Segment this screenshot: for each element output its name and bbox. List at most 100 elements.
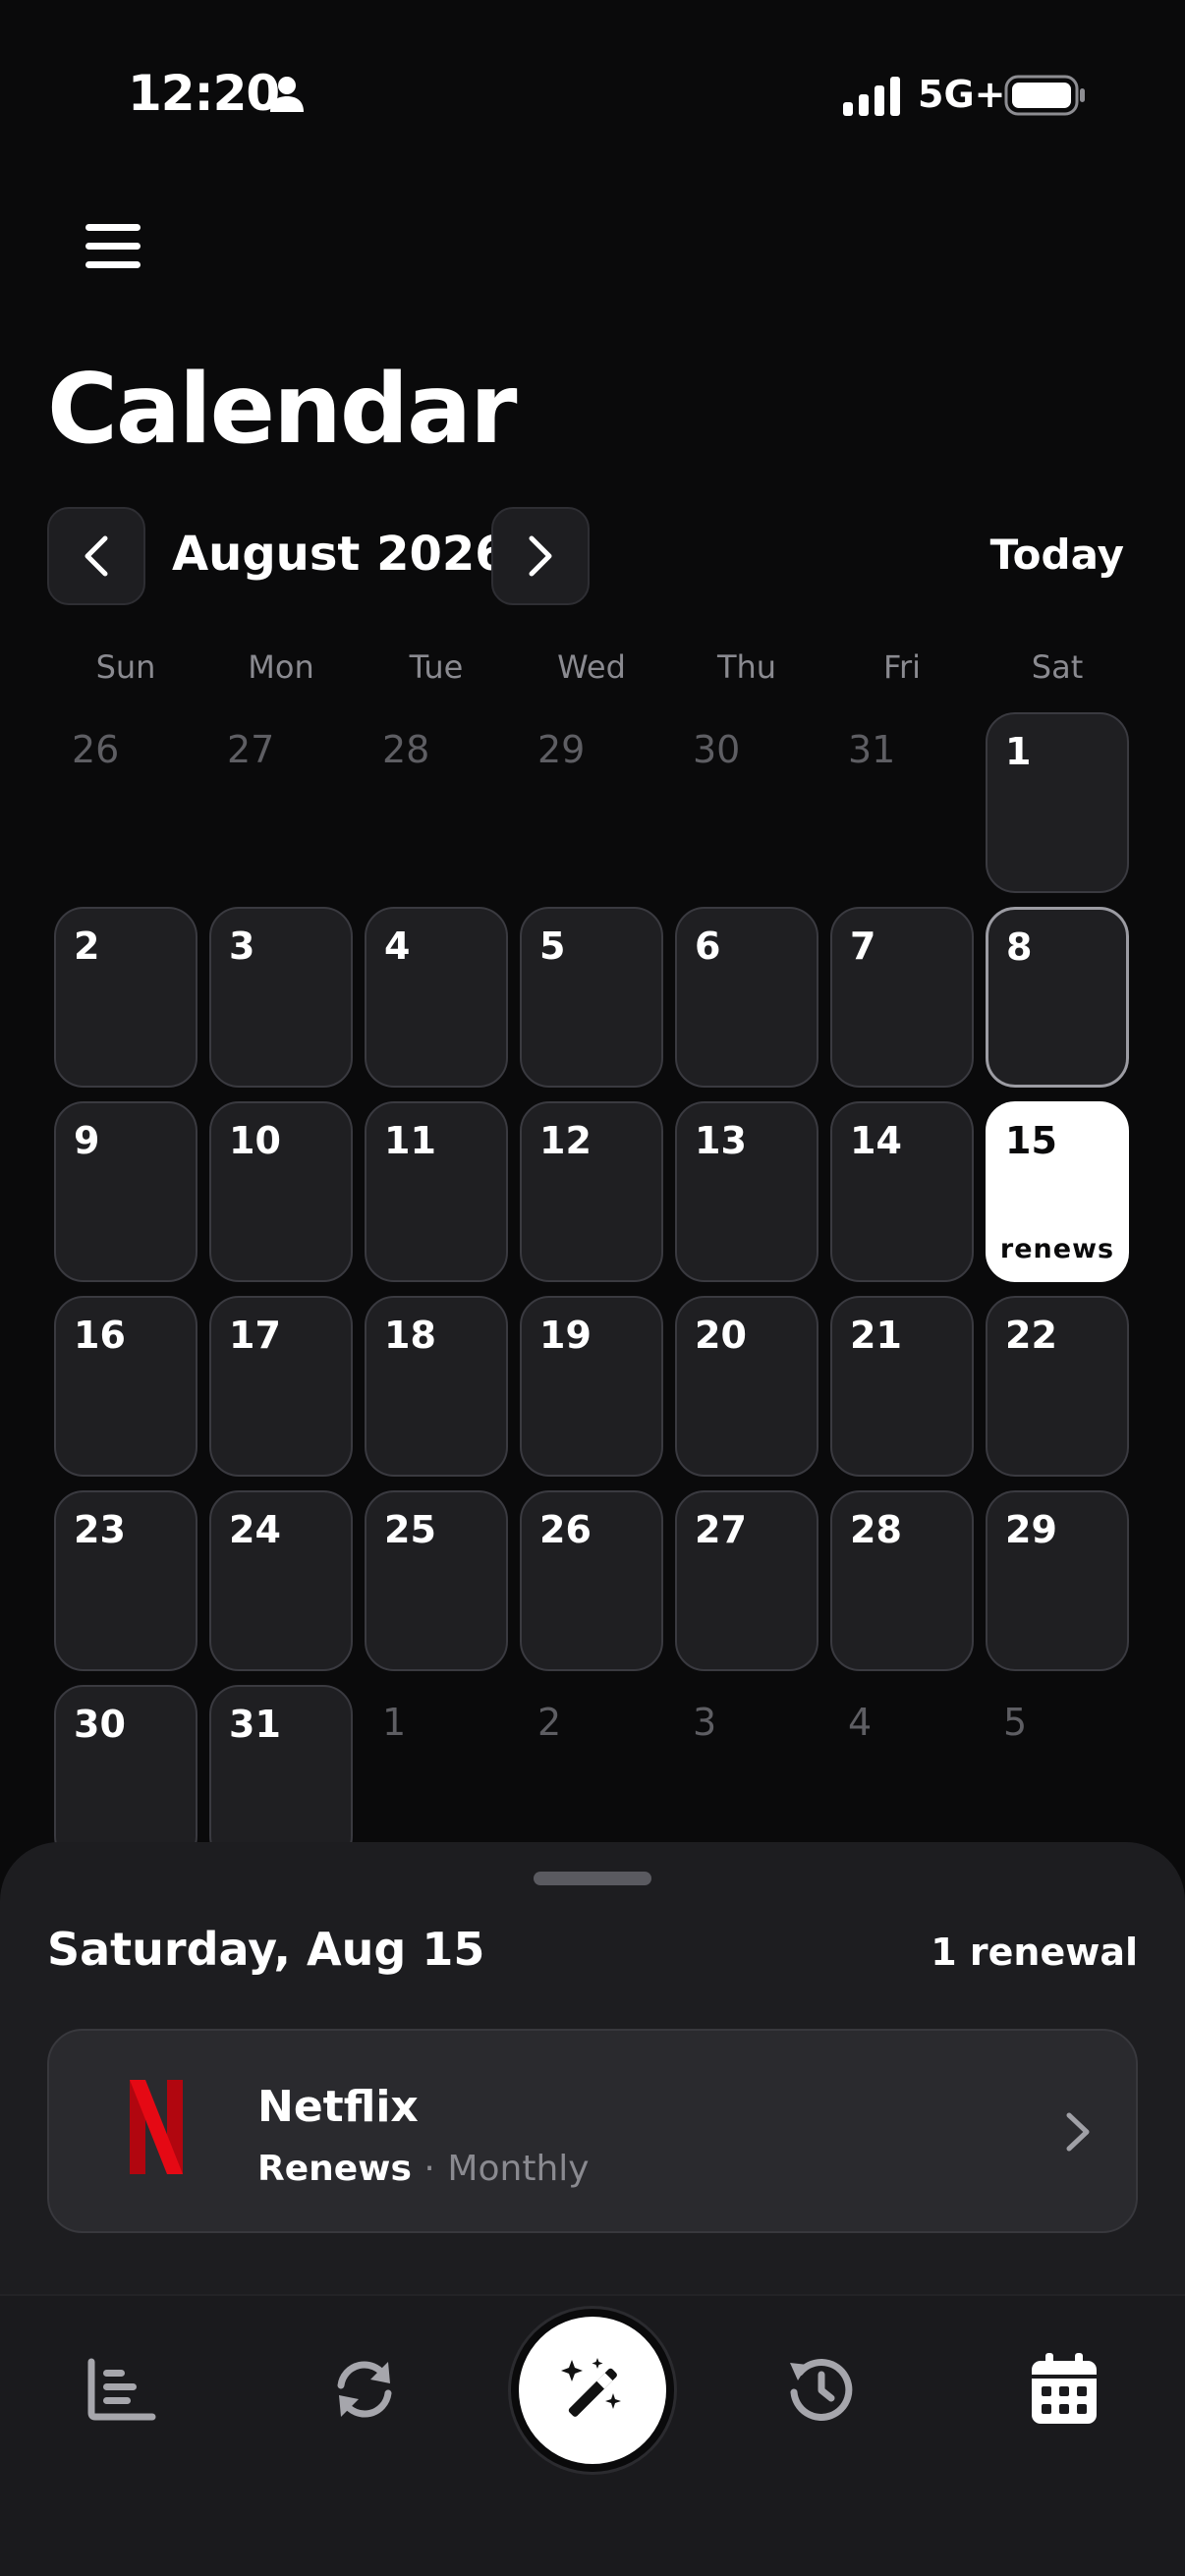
app-root: 12:20 5G+ Calendar August 2026 Today Sun… xyxy=(0,0,1185,2576)
calendar-outside-day: 29 xyxy=(520,712,663,893)
calendar-day-cell[interactable]: 29 xyxy=(986,1490,1129,1671)
calendar-day-cell[interactable]: 7 xyxy=(830,907,974,1088)
day-number: 31 xyxy=(229,1703,281,1746)
day-number: 8 xyxy=(1006,925,1033,969)
day-number: 1 xyxy=(1005,730,1032,773)
person-icon xyxy=(270,77,304,112)
calendar-outside-day: 31 xyxy=(830,712,974,893)
day-number: 10 xyxy=(229,1119,281,1162)
day-number: 17 xyxy=(229,1314,281,1357)
calendar-day-cell[interactable]: 14 xyxy=(830,1101,974,1282)
calendar-day-cell[interactable]: 9 xyxy=(54,1101,198,1282)
day-number: 29 xyxy=(537,728,586,771)
day-detail-sheet: Saturday, Aug 15 1 renewal Netflix Renew… xyxy=(0,1842,1185,2294)
chevron-left-icon xyxy=(85,535,108,577)
calendar-day-cell[interactable]: 1 xyxy=(986,712,1129,893)
day-number: 20 xyxy=(695,1314,747,1357)
weekday-label: Mon xyxy=(248,648,314,686)
tab-renewals[interactable] xyxy=(320,2345,409,2434)
calendar-day-cell[interactable]: 22 xyxy=(986,1296,1129,1477)
meta-separator: · xyxy=(423,2149,435,2189)
network-label: 5G+ xyxy=(918,73,1006,116)
day-number: 14 xyxy=(850,1119,902,1162)
netflix-logo-icon xyxy=(130,2080,183,2174)
calendar-day-cell[interactable]: 20 xyxy=(675,1296,818,1477)
status-bar: 12:20 5G+ xyxy=(0,0,1185,196)
day-number: 1 xyxy=(382,1701,407,1744)
day-number: 29 xyxy=(1005,1508,1057,1551)
calendar-day-cell[interactable]: 4 xyxy=(365,907,508,1088)
tab-stats[interactable] xyxy=(77,2345,165,2434)
day-number: 26 xyxy=(72,728,120,771)
calendar-day-cell[interactable]: 15 renews xyxy=(986,1101,1129,1282)
selected-date-label: Saturday, Aug 15 xyxy=(47,1923,485,1976)
day-number: 28 xyxy=(850,1508,902,1551)
sheet-drag-handle[interactable] xyxy=(534,1872,651,1885)
calendar-day-cell[interactable]: 13 xyxy=(675,1101,818,1282)
next-month-button[interactable] xyxy=(491,507,590,605)
subscription-card[interactable]: Netflix Renews · Monthly xyxy=(47,2029,1138,2233)
calendar-day-cell[interactable]: 11 xyxy=(365,1101,508,1282)
magic-wand-icon xyxy=(561,2358,621,2417)
calendar-outside-day: 2 xyxy=(520,1685,663,1866)
calendar-day-cell[interactable]: 8 xyxy=(986,907,1129,1088)
calendar-day-cell[interactable]: 17 xyxy=(209,1296,353,1477)
tab-history[interactable] xyxy=(776,2345,865,2434)
calendar-outside-day: 28 xyxy=(365,712,508,893)
day-number: 27 xyxy=(695,1508,747,1551)
weekday-label: Tue xyxy=(409,648,464,686)
status-time: 12:20 xyxy=(128,65,280,122)
calendar-day-cell[interactable]: 31 xyxy=(209,1685,353,1866)
calendar-day-cell[interactable]: 28 xyxy=(830,1490,974,1671)
day-number: 31 xyxy=(848,728,896,771)
magic-button[interactable] xyxy=(511,2309,674,2472)
calendar-day-cell[interactable]: 19 xyxy=(520,1296,663,1477)
day-number: 11 xyxy=(384,1119,436,1162)
calendar-day-cell[interactable]: 6 xyxy=(675,907,818,1088)
calendar-day-cell[interactable]: 3 xyxy=(209,907,353,1088)
weekday-label: Thu xyxy=(716,648,777,686)
calendar-outside-day: 27 xyxy=(209,712,353,893)
page-title: Calendar xyxy=(47,354,517,466)
today-button[interactable]: Today xyxy=(990,531,1124,579)
day-number: 22 xyxy=(1005,1314,1057,1357)
calendar-day-cell[interactable]: 5 xyxy=(520,907,663,1088)
calendar-day-cell[interactable]: 21 xyxy=(830,1296,974,1477)
calendar-day-cell[interactable]: 24 xyxy=(209,1490,353,1671)
tab-bar xyxy=(0,2294,1185,2576)
calendar-outside-day: 26 xyxy=(54,712,198,893)
calendar-day-cell[interactable]: 26 xyxy=(520,1490,663,1671)
day-number: 7 xyxy=(850,924,876,968)
calendar-day-cell[interactable]: 23 xyxy=(54,1490,198,1671)
calendar-icon xyxy=(1032,2353,1097,2424)
tab-calendar[interactable] xyxy=(1020,2345,1108,2434)
prev-month-button[interactable] xyxy=(47,507,145,605)
day-number: 2 xyxy=(537,1701,562,1744)
calendar-day-cell[interactable]: 2 xyxy=(54,907,198,1088)
calendar-day-cell[interactable]: 25 xyxy=(365,1490,508,1671)
day-number: 13 xyxy=(695,1119,747,1162)
day-number: 12 xyxy=(539,1119,592,1162)
calendar-day-cell[interactable]: 27 xyxy=(675,1490,818,1671)
day-number: 21 xyxy=(850,1314,902,1357)
calendar-outside-day: 1 xyxy=(365,1685,508,1866)
signal-icon xyxy=(843,77,900,116)
calendar-day-cell[interactable]: 10 xyxy=(209,1101,353,1282)
calendar-day-cell[interactable]: 30 xyxy=(54,1685,198,1866)
day-number: 26 xyxy=(539,1508,592,1551)
day-number: 23 xyxy=(74,1508,126,1551)
calendar-day-cell[interactable]: 16 xyxy=(54,1296,198,1477)
weekday-label: Sat xyxy=(1031,648,1084,686)
renewal-count: 1 renewal xyxy=(931,1931,1138,1974)
refresh-icon xyxy=(337,2361,392,2418)
subscription-frequency: Monthly xyxy=(447,2149,590,2189)
calendar-day-cell[interactable]: 12 xyxy=(520,1101,663,1282)
day-number: 30 xyxy=(693,728,741,771)
hamburger-menu-icon xyxy=(85,224,141,268)
calendar-day-cell[interactable]: 18 xyxy=(365,1296,508,1477)
menu-button[interactable] xyxy=(77,210,149,283)
day-number: 3 xyxy=(229,924,255,968)
calendar-outside-day: 5 xyxy=(986,1685,1129,1866)
day-number: 2 xyxy=(74,924,100,968)
month-label: August 2026 xyxy=(172,527,508,582)
